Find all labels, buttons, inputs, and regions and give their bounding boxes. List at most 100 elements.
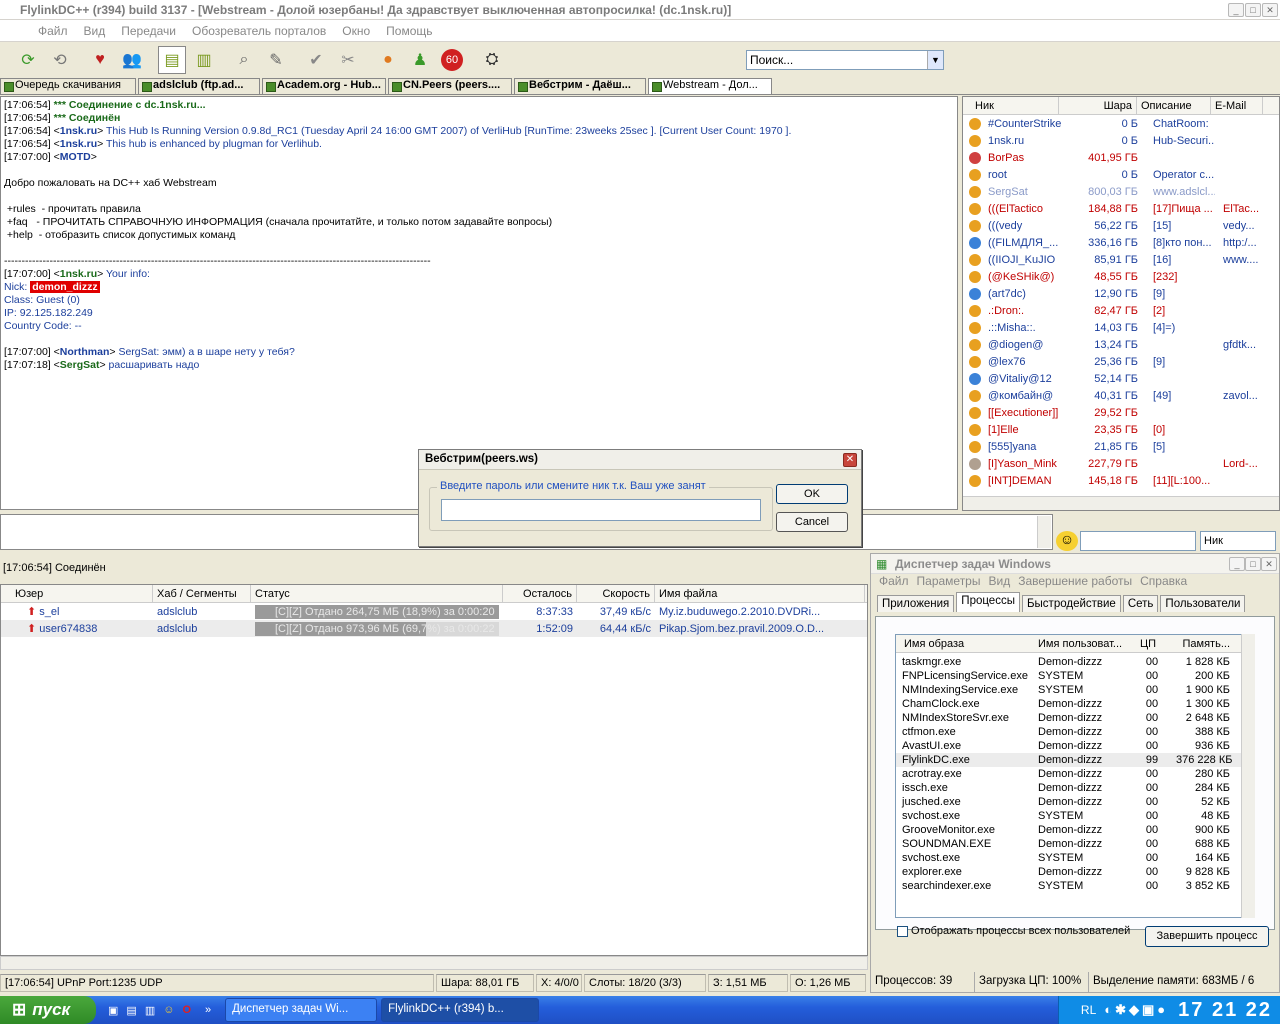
tab-network[interactable]: Сеть [1122, 595, 1159, 612]
users-icon[interactable]: 👥 [118, 46, 146, 74]
show-desktop-icon[interactable]: ▣ [108, 1004, 118, 1017]
transfers-panel[interactable]: Юзер Хаб / Сегменты Статус Осталось Скор… [0, 584, 868, 956]
filelist-icon[interactable]: ✂ [334, 46, 362, 74]
maximize-icon[interactable]: □ [1245, 557, 1261, 571]
tab-academ[interactable]: Academ.org - Hub... [262, 78, 386, 94]
transfer-row[interactable]: ⬆ s_el adslclub [C][Z] Отдано 264,75 МБ … [1, 603, 867, 620]
end-process-button[interactable]: Завершить процесс [1145, 926, 1269, 947]
user-row[interactable]: @Vitaliy@12 52,14 ГБ [963, 370, 1279, 387]
taskbar-button-taskmgr[interactable]: Диспетчер задач Wi... [225, 998, 378, 1022]
process-row[interactable]: NMIndexStoreSvr.exe Demon-dizzz 00 2 648 КБ [896, 711, 1251, 725]
adl-search-icon[interactable]: ✎ [262, 46, 290, 74]
media-icon[interactable]: ● [374, 46, 402, 74]
minimize-icon[interactable]: _ [1229, 557, 1245, 571]
user-row[interactable]: [1]Elle 23,35 ГБ [0] [963, 421, 1279, 438]
process-row[interactable]: acrotray.exe Demon-dizzz 00 280 КБ [896, 767, 1251, 781]
col-user-name[interactable]: Имя пользоват... [1032, 638, 1134, 650]
show-all-checkbox[interactable] [897, 926, 908, 937]
user-row[interactable]: [[Executioner]] 29,52 ГБ [963, 404, 1279, 421]
col-speed[interactable]: Скорость [577, 585, 655, 602]
user-row[interactable]: [I]Yason_Mink 227,79 ГБ Lord-... [963, 455, 1279, 472]
process-row[interactable]: issch.exe Demon-dizzz 00 284 КБ [896, 781, 1251, 795]
user-row[interactable]: ((FILMДЛЯ_... 336,16 ГБ [8]кто пон... http:… [963, 234, 1279, 251]
cancel-button[interactable]: Cancel [776, 512, 848, 532]
transfers-scrollbar[interactable] [0, 956, 868, 970]
col-hub[interactable]: Хаб / Сегменты [153, 585, 251, 602]
chat-nick[interactable]: 1nsk.ru [60, 138, 97, 150]
col-description[interactable]: Описание [1137, 97, 1211, 114]
process-row[interactable]: taskmgr.exe Demon-dizzz 00 1 828 КБ [896, 655, 1251, 669]
chevron-down-icon[interactable]: ▼ [927, 51, 943, 69]
process-row[interactable]: ctfmon.exe Demon-dizzz 00 388 КБ [896, 725, 1251, 739]
col-filename[interactable]: Имя файла [655, 585, 865, 602]
process-row[interactable]: svchost.exe SYSTEM 00 48 КБ [896, 809, 1251, 823]
menu-window[interactable]: Окно [342, 24, 370, 38]
process-row[interactable]: FlylinkDC.exe Demon-dizzz 99 376 228 КБ [896, 753, 1251, 767]
tab-processes[interactable]: Процессы [956, 592, 1020, 612]
user-row[interactable]: SergSat 800,03 ГБ www.adslcl... [963, 183, 1279, 200]
emoticon-icon[interactable]: ☺ [1056, 531, 1078, 551]
tray-icons[interactable]: ◐✱◆▣● [1104, 1002, 1168, 1018]
quicklaunch-icon[interactable]: ▤ [126, 1004, 136, 1017]
minimize-icon[interactable]: _ [1228, 3, 1244, 17]
col-status[interactable]: Статус [251, 585, 503, 602]
process-row[interactable]: AvastUI.exe Demon-dizzz 00 936 КБ [896, 739, 1251, 753]
start-button[interactable]: ⊞ пуск [0, 996, 96, 1024]
process-row[interactable]: explorer.exe Demon-dizzz 00 9 828 КБ [896, 865, 1251, 879]
quicklaunch-icon[interactable]: ☺ [163, 1004, 174, 1016]
user-row[interactable]: @комбайн@ 40,31 ГБ [49] zavol... [963, 387, 1279, 404]
user-row[interactable]: .::Misha::. 14,03 ГБ [4]=) [963, 319, 1279, 336]
user-row[interactable]: (((vedy 56,22 ГБ [15] vedy... [963, 217, 1279, 234]
tab-download-queue[interactable]: Очередь скачивания [0, 78, 136, 94]
user-row[interactable]: 1nsk.ru 0 Б Hub-Securi... [963, 132, 1279, 149]
password-input[interactable] [441, 499, 761, 521]
opera-icon[interactable]: O [182, 1004, 191, 1016]
chat-nick[interactable]: SergSat [60, 359, 100, 371]
user-row[interactable]: @lex76 25,36 ГБ [9] [963, 353, 1279, 370]
user-status-icon[interactable]: ♟ [406, 46, 434, 74]
col-nick[interactable]: Ник [963, 97, 1059, 114]
user-row[interactable]: root 0 Б Operator c... [963, 166, 1279, 183]
col-remaining[interactable]: Осталось [503, 585, 577, 602]
process-row[interactable]: svchost.exe SYSTEM 00 164 КБ [896, 851, 1251, 865]
menu-shutdown[interactable]: Завершение работы [1018, 574, 1132, 592]
ok-button[interactable]: OK [776, 484, 848, 504]
col-image-name[interactable]: Имя образа [896, 638, 1032, 650]
user-row[interactable]: .:Dron:. 82,47 ГБ [2] [963, 302, 1279, 319]
tab-performance[interactable]: Быстродействие [1021, 595, 1121, 612]
menu-view[interactable]: Вид [988, 574, 1010, 592]
chat-window[interactable]: [17:06:54] *** Соединение с dc.1nsk.ru..… [0, 96, 958, 510]
taskbar-button-flylink[interactable]: FlylinkDC++ (r394) b... [381, 998, 540, 1022]
col-cpu[interactable]: ЦП [1134, 638, 1170, 650]
process-row[interactable]: GrooveMonitor.exe Demon-dizzz 00 900 КБ [896, 823, 1251, 837]
menu-help[interactable]: Помощь [386, 24, 432, 38]
menu-file[interactable]: Файл [38, 24, 68, 38]
away-icon[interactable]: ⛭ [478, 46, 506, 74]
process-row[interactable]: FNPLicensingService.exe SYSTEM 00 200 КБ [896, 669, 1251, 683]
process-row[interactable]: jusched.exe Demon-dizzz 00 52 КБ [896, 795, 1251, 809]
clock[interactable]: 17 21 22 [1178, 999, 1272, 1022]
process-row[interactable]: ChamClock.exe Demon-dizzz 00 1 300 КБ [896, 697, 1251, 711]
user-list[interactable]: Ник Шара Описание E-Mail #CounterStrike 0… [962, 96, 1280, 511]
user-row[interactable]: (art7dc) 12,90 ГБ [9] [963, 285, 1279, 302]
menu-options[interactable]: Параметры [917, 574, 981, 592]
tab-adslclub[interactable]: adslclub (ftp.ad... [138, 78, 260, 94]
col-share[interactable]: Шара [1059, 97, 1137, 114]
follow-redirect-icon[interactable]: ⟲ [46, 46, 74, 74]
favorite-hubs-icon[interactable]: ♥ [86, 46, 114, 74]
maximize-icon[interactable]: □ [1245, 3, 1261, 17]
col-user[interactable]: Юзер [1, 585, 153, 602]
limiter-icon[interactable]: 60 [438, 46, 466, 74]
quicklaunch-icon[interactable]: ▥ [145, 1004, 155, 1017]
quicklaunch-more-icon[interactable]: » [205, 1004, 211, 1016]
tab-users[interactable]: Пользователи [1160, 595, 1246, 612]
tab-cnpeers[interactable]: CN.Peers (peers.... [388, 78, 512, 94]
user-row[interactable]: BorPas 401,95 ГБ [963, 149, 1279, 166]
close-icon[interactable]: ✕ [1261, 557, 1277, 571]
process-row[interactable]: SOUNDMAN.EXE Demon-dizzz 00 688 КБ [896, 837, 1251, 851]
search-input[interactable]: Поиск... ▼ [746, 50, 944, 70]
transfer-row[interactable]: ⬆ user674838 adslclub [C][Z] Отдано 973,… [1, 620, 867, 637]
user-row[interactable]: #CounterStrike 0 Б ChatRoom: [963, 115, 1279, 132]
process-list[interactable]: Имя образа Имя пользоват... ЦП Память...… [895, 634, 1252, 918]
download-queue-icon[interactable]: ▤ [158, 46, 186, 74]
